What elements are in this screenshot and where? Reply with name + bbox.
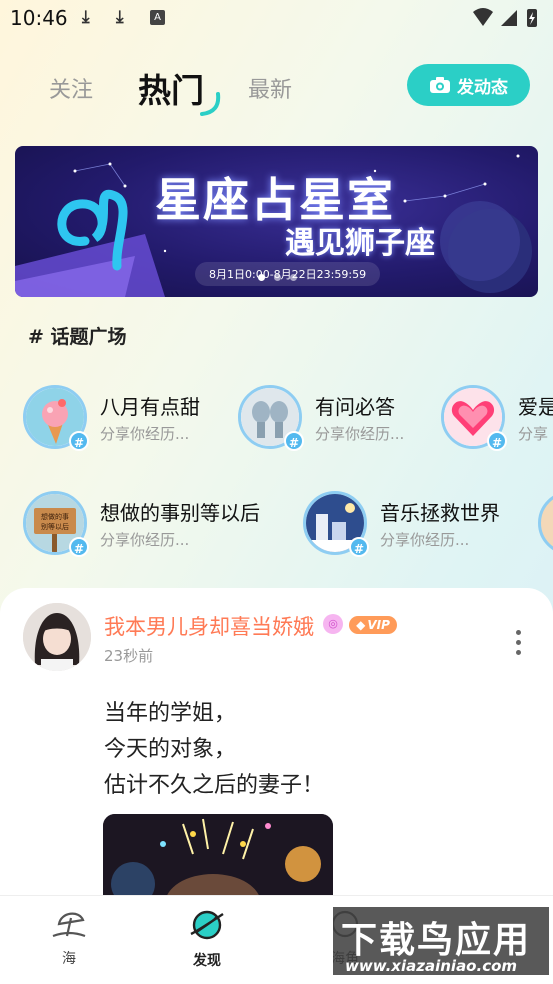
topic-item-partial[interactable] bbox=[538, 491, 553, 563]
topic-desc: 分享你经历... bbox=[380, 531, 470, 549]
topic-item[interactable]: # 有问必答 分享你经历... bbox=[238, 385, 438, 457]
post-button[interactable]: 发动态 bbox=[407, 64, 530, 106]
hashtag-badge: # bbox=[487, 431, 507, 451]
topic-item[interactable]: # 音乐拯救世界 分享你经历... bbox=[303, 491, 528, 563]
wifi-icon bbox=[473, 8, 493, 26]
post-button-label: 发动态 bbox=[457, 77, 508, 98]
nav-item-discover[interactable]: 发现 bbox=[177, 908, 237, 970]
watermark-main: 下载鸟应用 bbox=[341, 920, 532, 961]
watermark: 下载鸟应用 www.xiazainiao.com bbox=[331, 905, 551, 977]
diamond-icon: ◆ bbox=[356, 618, 366, 632]
carousel-dot bbox=[258, 274, 265, 281]
carousel-dot bbox=[290, 274, 297, 281]
topic-item[interactable]: # 爱是 分享 bbox=[441, 385, 553, 457]
hashtag-badge: # bbox=[349, 537, 369, 557]
beach-umbrella-icon bbox=[52, 912, 86, 938]
level-badge-icon: ◎ bbox=[323, 614, 343, 634]
topic-name: 想做的事别等以后 bbox=[100, 501, 260, 525]
sign-text-2: 别等以后 bbox=[41, 522, 69, 531]
topic-name: 音乐拯救世界 bbox=[380, 501, 500, 525]
topic-item[interactable]: 想做的事 别等以后 # 想做的事别等以后 分享你经历... bbox=[23, 491, 293, 563]
post-text-line: 今天的对象， bbox=[104, 737, 237, 762]
download-icon: ⤓ bbox=[116, 7, 124, 27]
post-text-line: 当年的学姐， bbox=[104, 701, 237, 726]
carousel-dot bbox=[274, 274, 281, 281]
topic-name: 八月有点甜 bbox=[100, 395, 200, 419]
status-time: 10:46 bbox=[10, 6, 68, 30]
topic-desc: 分享你经历... bbox=[100, 425, 190, 443]
status-bar: 10:46 ⤓ ⤓ A bbox=[0, 0, 553, 38]
banner-subtitle: 遇见狮子座 bbox=[285, 226, 435, 261]
username[interactable]: 我本男儿身却喜当娇娥 bbox=[104, 611, 314, 641]
planet-icon bbox=[190, 910, 224, 940]
topic-desc: 分享你经历... bbox=[100, 531, 190, 549]
a-icon: A bbox=[150, 10, 165, 25]
post-card: 我本男儿身却喜当娇娥 ◎ ◆ VIP 23秒前 当年的学姐， 今天的对象， 估计… bbox=[0, 588, 553, 908]
topic-avatar bbox=[538, 491, 553, 555]
topic-item[interactable]: # 八月有点甜 分享你经历... bbox=[23, 385, 233, 457]
signal-icon bbox=[501, 10, 517, 26]
nav-item-sea[interactable]: 海 bbox=[39, 908, 99, 968]
camera-icon bbox=[430, 77, 450, 93]
carousel-indicator bbox=[258, 274, 297, 281]
topic-name: 有问必答 bbox=[315, 395, 395, 419]
hashtag-badge: # bbox=[69, 431, 89, 451]
promo-banner[interactable]: 星座占星室 遇见狮子座 8月1日0:00-8月22日23:59:59 bbox=[15, 146, 538, 297]
download-icon: ⤓ bbox=[82, 7, 90, 27]
nav-label: 发现 bbox=[193, 953, 221, 969]
topic-desc: 分享 bbox=[518, 425, 549, 443]
post-text-line: 估计不久之后的妻子！ bbox=[104, 773, 325, 798]
topic-name: 爱是 bbox=[518, 395, 553, 419]
more-options-icon[interactable] bbox=[512, 630, 524, 660]
hashtag-badge: # bbox=[284, 431, 304, 451]
avatar[interactable] bbox=[23, 603, 91, 671]
tab-follow[interactable]: 关注 bbox=[49, 72, 93, 104]
sign-text-1: 想做的事 bbox=[41, 512, 69, 521]
watermark-url: www.xiazainiao.com bbox=[345, 957, 518, 975]
hashtag-badge: # bbox=[69, 537, 89, 557]
post-time: 23秒前 bbox=[104, 647, 154, 665]
status-icons bbox=[473, 8, 537, 27]
vip-label: VIP bbox=[367, 618, 390, 632]
active-tab-indicator bbox=[200, 92, 221, 116]
topics-section-title: # 话题广场 bbox=[28, 326, 127, 348]
nav-label: 海 bbox=[62, 951, 76, 967]
topic-desc: 分享你经历... bbox=[315, 425, 405, 443]
post-image[interactable] bbox=[103, 814, 333, 908]
vip-badge: ◆ VIP bbox=[349, 616, 397, 634]
tab-latest[interactable]: 最新 bbox=[248, 72, 292, 104]
tab-hot[interactable]: 热门 bbox=[138, 64, 204, 112]
